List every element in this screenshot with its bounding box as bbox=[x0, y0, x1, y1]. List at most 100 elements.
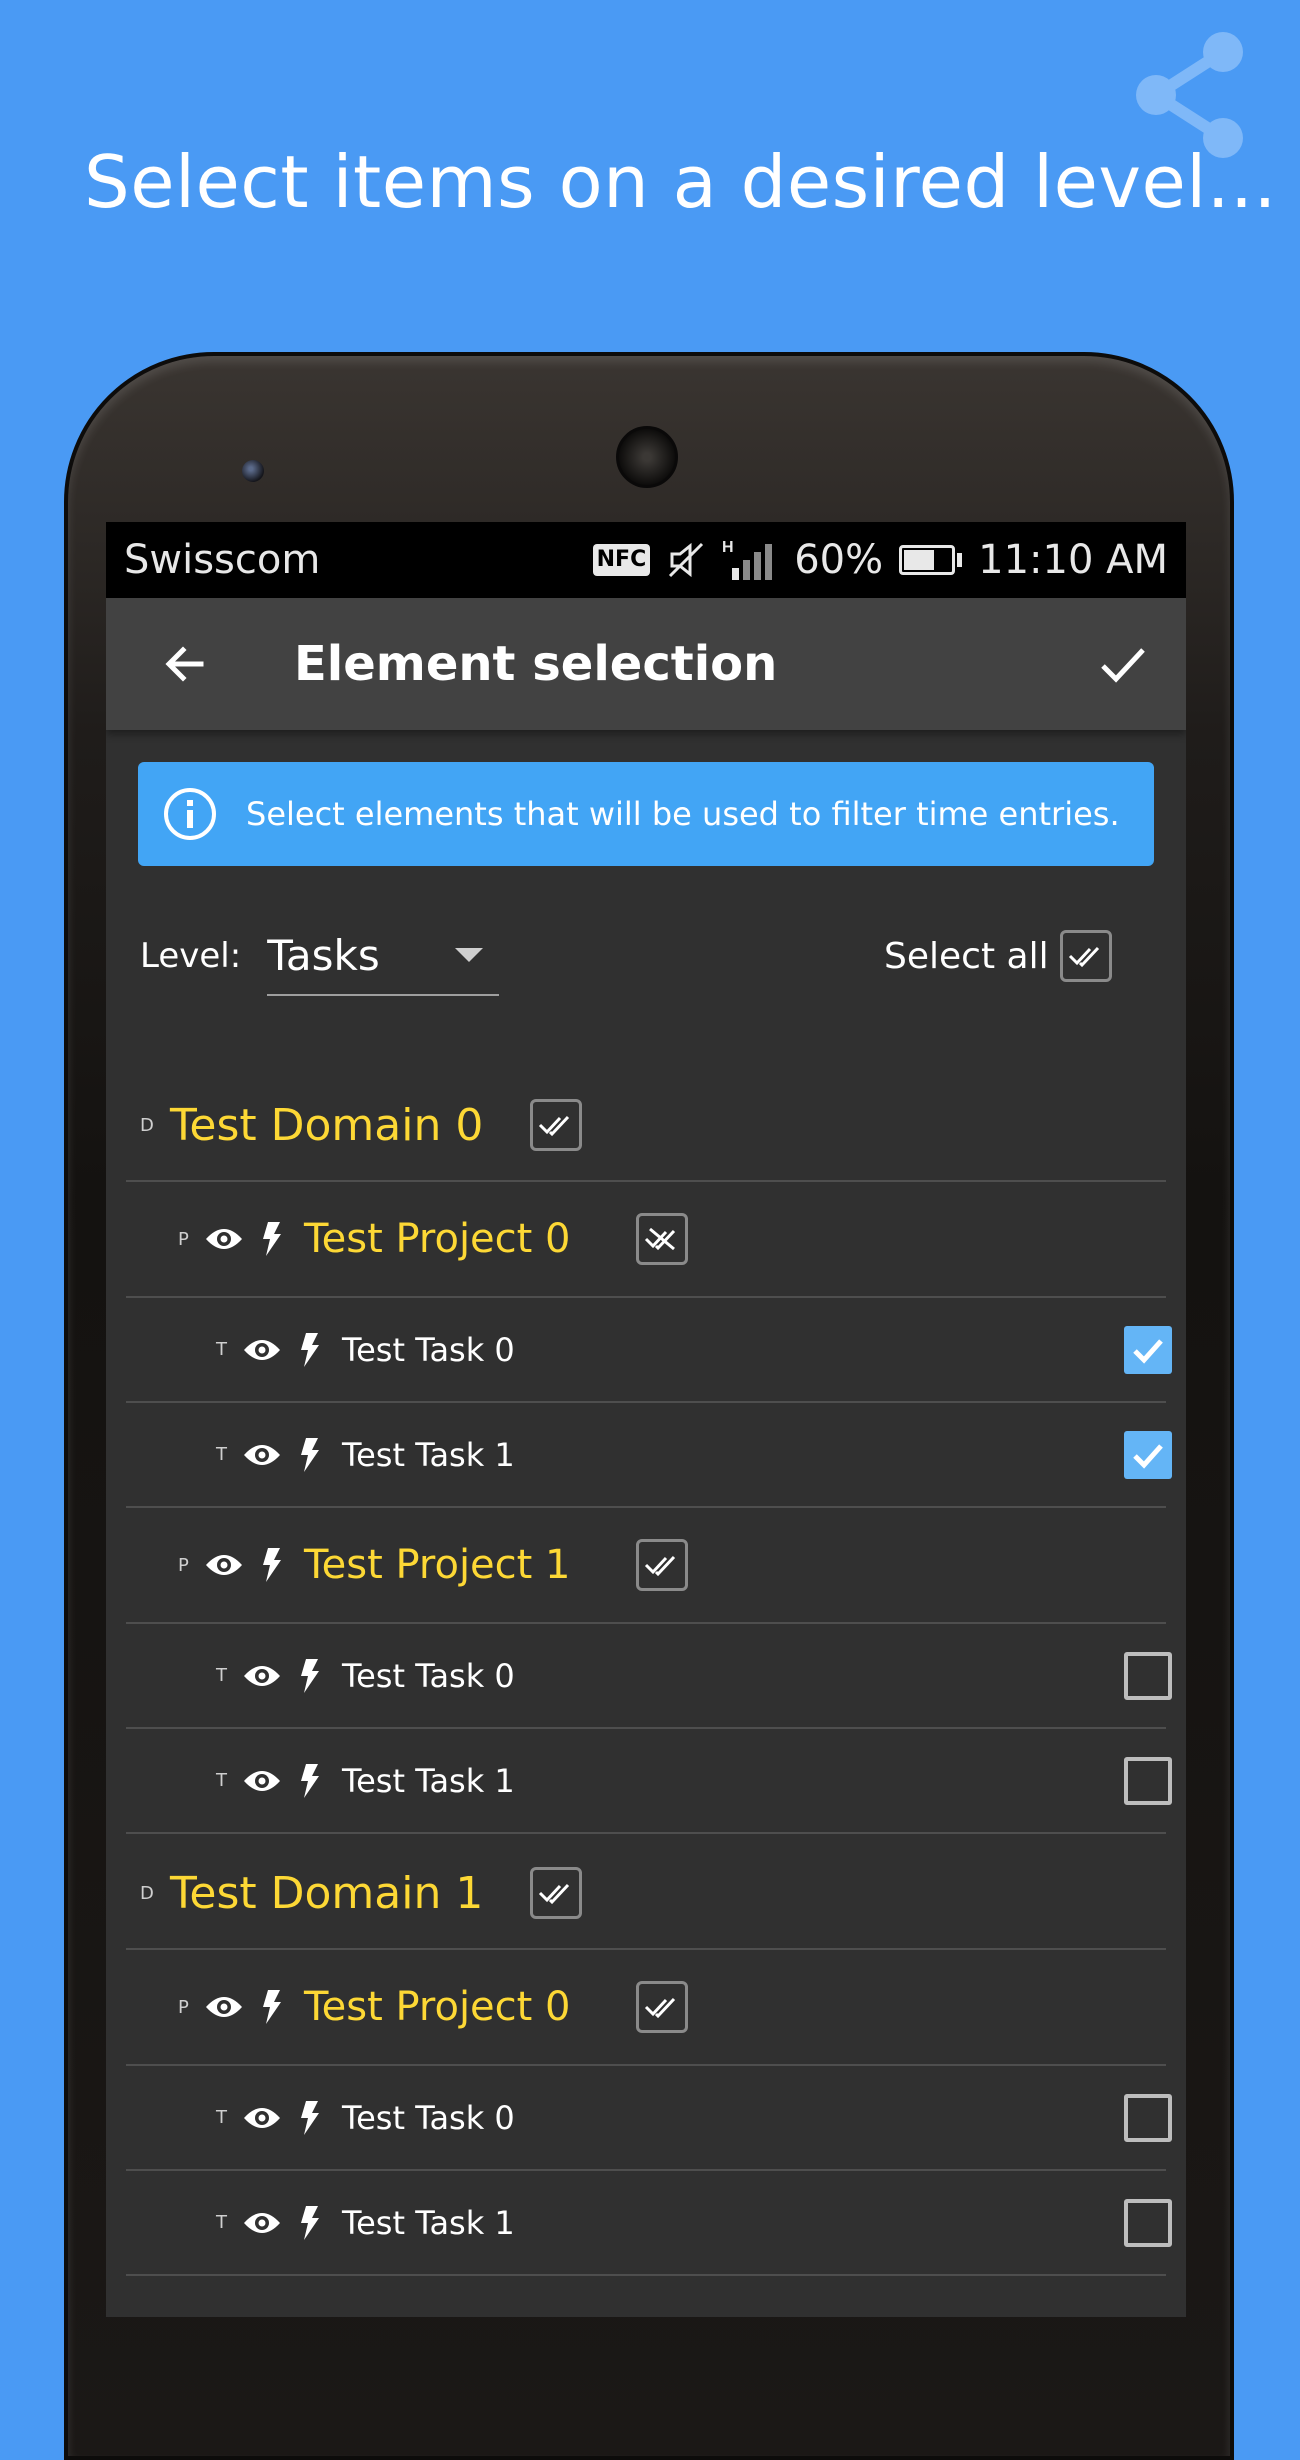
headline: Select items on a desired level... bbox=[84, 140, 1277, 224]
eye-icon[interactable] bbox=[242, 1441, 282, 1469]
select-children-button[interactable] bbox=[530, 1867, 582, 1919]
dropdown-arrow-icon bbox=[455, 948, 484, 962]
level-dropdown[interactable]: Tasks bbox=[267, 916, 500, 996]
signal-icon: H bbox=[722, 539, 773, 580]
svg-text:H: H bbox=[722, 539, 734, 556]
eye-icon[interactable] bbox=[204, 1551, 244, 1579]
project-name: Test Project 0 bbox=[304, 1984, 571, 2030]
select-children-button[interactable] bbox=[530, 1099, 582, 1151]
check-icon bbox=[1133, 1443, 1163, 1469]
project-row: P Test Project 1 bbox=[126, 1508, 1166, 1624]
phone-camera bbox=[242, 460, 264, 482]
phone-screen: Swisscom NFC H 60% 11:10 AM Element sele… bbox=[106, 522, 1186, 2317]
project-row: P Test Project 0 bbox=[126, 1950, 1166, 2066]
clock: 11:10 AM bbox=[978, 537, 1168, 583]
eye-icon[interactable] bbox=[242, 2209, 282, 2237]
task-name: Test Task 1 bbox=[342, 1761, 515, 1800]
task-checkbox[interactable] bbox=[1124, 2198, 1172, 2247]
bolt-icon[interactable] bbox=[260, 1222, 282, 1256]
bolt-icon[interactable] bbox=[298, 1332, 320, 1367]
type-letter: D bbox=[140, 1882, 154, 1904]
info-banner: Select elements that will be used to fil… bbox=[138, 762, 1154, 866]
task-checkbox[interactable] bbox=[1124, 1325, 1172, 1374]
share-icon[interactable] bbox=[1128, 30, 1248, 160]
done-button[interactable] bbox=[1088, 629, 1158, 699]
phone-speaker bbox=[616, 426, 678, 488]
eye-icon[interactable] bbox=[204, 1225, 244, 1253]
level-label: Level: bbox=[140, 936, 242, 976]
battery-percent: 60% bbox=[794, 537, 884, 583]
bolt-icon[interactable] bbox=[260, 1990, 282, 2024]
element-list: D Test Domain 0 P Test Project 0 T Test Task … bbox=[106, 1066, 1186, 2276]
select-children-button[interactable] bbox=[636, 1981, 688, 2033]
select-children-button[interactable] bbox=[636, 1539, 688, 1591]
double-check-icon bbox=[644, 1555, 676, 1577]
eye-icon[interactable] bbox=[242, 2104, 282, 2132]
type-letter: P bbox=[178, 1554, 189, 1576]
check-icon bbox=[1101, 648, 1145, 683]
info-text: Select elements that will be used to fil… bbox=[246, 795, 1120, 833]
task-row: T Test Task 0 bbox=[126, 1298, 1172, 1403]
type-letter: T bbox=[216, 1665, 227, 1686]
task-name: Test Task 1 bbox=[342, 2203, 515, 2242]
type-letter: T bbox=[216, 2107, 227, 2128]
eye-icon[interactable] bbox=[242, 1767, 282, 1795]
remove-done-icon bbox=[644, 1227, 676, 1251]
project-row: P Test Project 0 bbox=[126, 1182, 1166, 1298]
nfc-icon: NFC bbox=[592, 544, 651, 576]
type-letter: T bbox=[216, 1339, 227, 1360]
bolt-icon[interactable] bbox=[298, 1763, 320, 1798]
mute-icon bbox=[669, 542, 704, 578]
type-letter: P bbox=[178, 1228, 189, 1250]
task-row: T Test Task 1 bbox=[126, 2171, 1172, 2276]
level-row: Level: Tasks Select all bbox=[106, 916, 1186, 996]
back-button[interactable] bbox=[150, 629, 220, 699]
task-checkbox[interactable] bbox=[1124, 1430, 1172, 1479]
bolt-icon[interactable] bbox=[298, 1658, 320, 1693]
double-check-icon bbox=[644, 1997, 676, 2019]
type-letter: D bbox=[140, 1114, 154, 1136]
status-bar: Swisscom NFC H 60% 11:10 AM bbox=[106, 522, 1186, 598]
domain-name: Test Domain 0 bbox=[170, 1099, 484, 1151]
deselect-all-button[interactable] bbox=[636, 1213, 688, 1265]
domain-row: D Test Domain 0 bbox=[126, 1066, 1166, 1182]
type-letter: T bbox=[216, 1444, 227, 1465]
domain-row: D Test Domain 1 bbox=[126, 1834, 1166, 1950]
task-row: T Test Task 0 bbox=[126, 1624, 1172, 1729]
type-letter: T bbox=[216, 2212, 227, 2233]
bolt-icon[interactable] bbox=[260, 1548, 282, 1582]
select-all-label: Select all bbox=[884, 935, 1049, 977]
eye-icon[interactable] bbox=[242, 1662, 282, 1690]
eye-icon[interactable] bbox=[242, 1336, 282, 1364]
double-check-icon bbox=[538, 1883, 570, 1905]
task-name: Test Task 0 bbox=[342, 1656, 515, 1695]
app-bar: Element selection bbox=[106, 598, 1186, 730]
eye-icon[interactable] bbox=[204, 1993, 244, 2021]
info-icon bbox=[164, 788, 216, 840]
arrow-back-icon bbox=[165, 646, 204, 682]
project-name: Test Project 1 bbox=[304, 1542, 571, 1588]
task-row: T Test Task 1 bbox=[126, 1403, 1172, 1508]
double-check-icon bbox=[1068, 946, 1100, 968]
page-title: Element selection bbox=[294, 636, 778, 692]
task-row: T Test Task 0 bbox=[126, 2066, 1172, 2171]
carrier-name: Swisscom bbox=[124, 537, 321, 583]
type-letter: P bbox=[178, 1996, 189, 2018]
task-name: Test Task 1 bbox=[342, 1435, 515, 1474]
level-value: Tasks bbox=[267, 930, 380, 980]
select-all-button[interactable] bbox=[1060, 930, 1112, 982]
task-name: Test Task 0 bbox=[342, 2098, 515, 2137]
double-check-icon bbox=[538, 1115, 570, 1137]
type-letter: T bbox=[216, 1770, 227, 1791]
battery-icon bbox=[899, 545, 963, 575]
task-row: T Test Task 1 bbox=[126, 1729, 1172, 1834]
bolt-icon[interactable] bbox=[298, 2100, 320, 2135]
check-icon bbox=[1133, 1338, 1163, 1364]
task-checkbox[interactable] bbox=[1124, 1756, 1172, 1805]
domain-name: Test Domain 1 bbox=[170, 1867, 484, 1919]
task-checkbox[interactable] bbox=[1124, 2093, 1172, 2142]
bolt-icon[interactable] bbox=[298, 2205, 320, 2240]
project-name: Test Project 0 bbox=[304, 1216, 571, 1262]
bolt-icon[interactable] bbox=[298, 1437, 320, 1472]
task-checkbox[interactable] bbox=[1124, 1651, 1172, 1700]
